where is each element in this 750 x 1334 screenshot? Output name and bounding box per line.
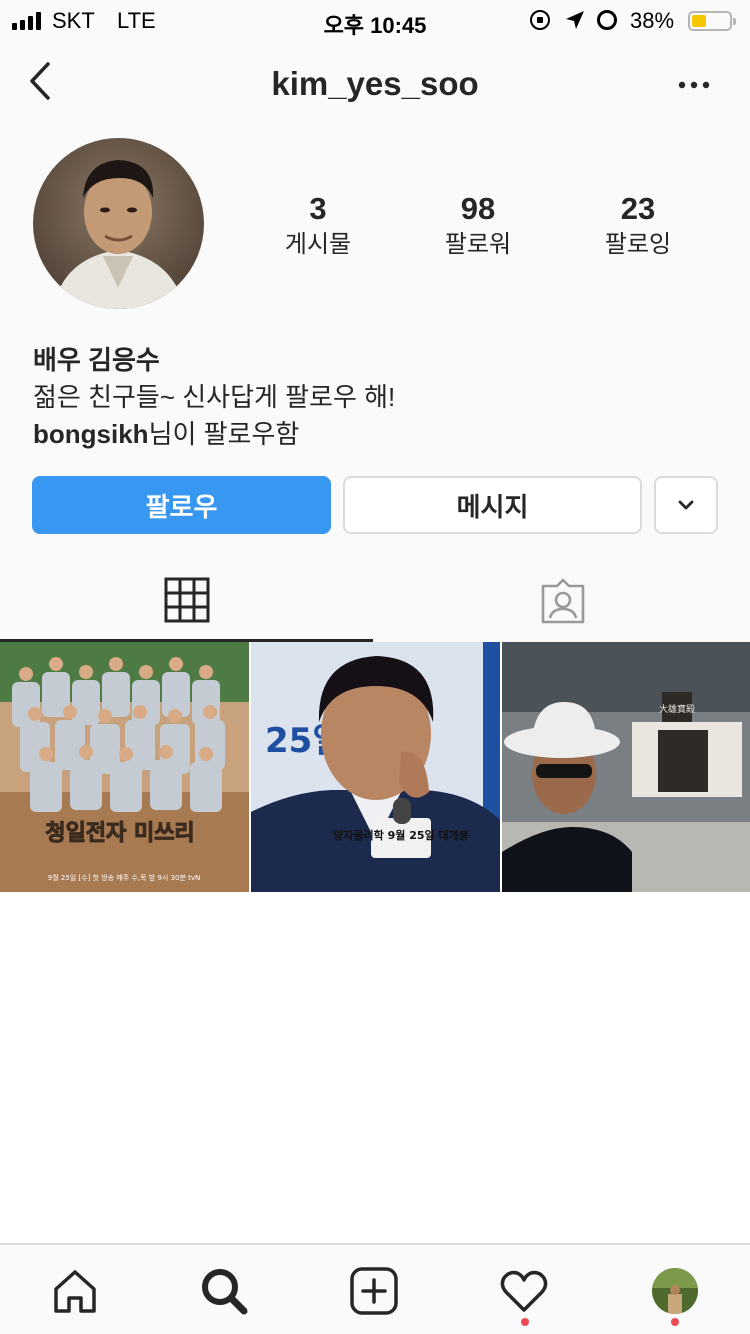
post-image-drama-poster: 청일전자 미쓰리 9월 25일 [수] 첫 방송 매주 수,목 밤 9시 30분…	[0, 642, 249, 892]
profile-avatar[interactable]	[33, 138, 204, 309]
profile-bio: 젊은 친구들~ 신사답게 팔로우 해!	[33, 382, 396, 412]
status-bar: SKT LTE 오후 10:45 38%	[0, 0, 750, 40]
tab-search[interactable]	[196, 1263, 252, 1319]
temple-sign-text: 大雄寶殿	[659, 703, 695, 715]
follow-button[interactable]: 팔로우	[32, 476, 331, 534]
add-post-icon	[350, 1267, 398, 1315]
activity-notification-dot	[521, 1318, 529, 1326]
stat-followers-count: 98	[460, 191, 496, 226]
battery-level-fill	[692, 15, 706, 27]
orientation-lock-icon	[530, 10, 550, 30]
post-thumbnail[interactable]: 25일 양자물리학 9월 25일 대개봉	[251, 642, 500, 892]
post-image-temple-selfie: 大雄寶殿	[502, 642, 750, 892]
followed-by[interactable]: bongsikh님이 팔로우함	[33, 414, 299, 451]
post-thumbnail[interactable]: 청일전자 미쓰리 9월 25일 [수] 첫 방송 매주 수,목 밤 9시 30분…	[0, 642, 249, 892]
stat-posts-label: 게시물	[284, 231, 352, 258]
stat-followers[interactable]: 98 팔로워	[408, 190, 548, 262]
tab-grid[interactable]	[0, 560, 373, 642]
tab-tagged[interactable]	[375, 560, 750, 642]
more-options-button[interactable]	[676, 70, 716, 100]
poster-title-text: 청일전자 미쓰리	[45, 821, 194, 846]
profile-notification-dot	[671, 1318, 679, 1326]
search-icon	[202, 1269, 248, 1315]
battery-icon	[688, 11, 736, 31]
avatar-photo	[33, 138, 204, 309]
battery-percent: 38%	[630, 8, 675, 33]
tab-new-post[interactable]	[346, 1263, 402, 1319]
home-icon	[54, 1270, 96, 1313]
stat-followers-label: 팔로워	[444, 231, 512, 258]
stat-following[interactable]: 23 팔로잉	[568, 190, 708, 262]
stat-following-label: 팔로잉	[604, 231, 672, 258]
profile-avatar-icon	[652, 1268, 698, 1314]
tagged-person-icon	[541, 578, 584, 624]
chevron-down-icon	[678, 500, 694, 510]
tab-home[interactable]	[47, 1263, 103, 1319]
profile-display-name: 배우 김응수	[33, 345, 160, 375]
suggested-dropdown-button[interactable]	[654, 476, 718, 534]
stat-posts: 3 게시물	[248, 190, 388, 262]
followed-by-username[interactable]: bongsikh	[33, 419, 149, 449]
poster-caption-text: 9월 25일 [수] 첫 방송 매주 수,목 밤 9시 30분 tvN	[48, 873, 201, 882]
location-arrow-icon	[564, 9, 586, 37]
grid-icon	[164, 577, 209, 622]
alarm-clock-icon	[597, 10, 617, 30]
bottom-tab-bar	[0, 1243, 750, 1334]
stat-following-count: 23	[620, 191, 656, 226]
profile-username: kim_yes_soo	[271, 65, 479, 102]
post-thumbnail[interactable]: 大雄寶殿	[502, 642, 750, 892]
tab-activity[interactable]	[496, 1263, 552, 1319]
post-image-press-event: 25일 양자물리학 9월 25일 대개봉	[251, 642, 500, 892]
followed-by-suffix: 님이 팔로우함	[148, 419, 300, 449]
stat-posts-count: 3	[309, 191, 327, 226]
message-button[interactable]: 메시지	[343, 476, 642, 534]
more-horizontal-icon	[678, 81, 710, 89]
mic-card-text: 양자물리학 9월 25일 대개봉	[333, 828, 469, 842]
heart-icon	[500, 1270, 548, 1312]
tab-profile[interactable]	[647, 1263, 703, 1319]
